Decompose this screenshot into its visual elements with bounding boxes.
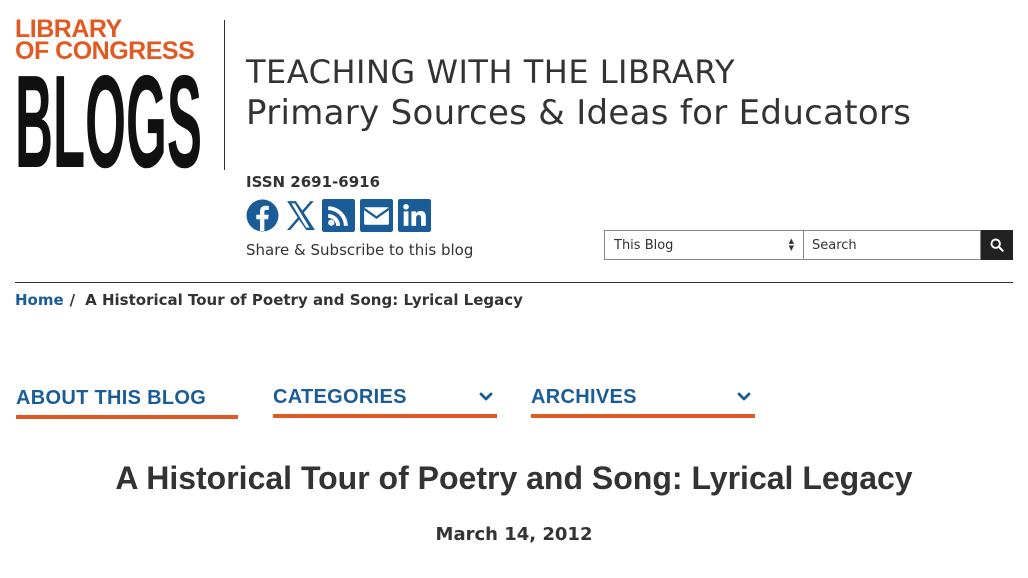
- blog-title[interactable]: TEACHING WITH THE LIBRARY: [246, 53, 735, 91]
- tab-about-label: ABOUT THIS BLOG: [16, 386, 207, 409]
- tab-archives-label: ARCHIVES: [531, 385, 637, 408]
- x-twitter-icon[interactable]: [284, 199, 317, 232]
- header-rule: [15, 282, 1013, 283]
- search-scope-select[interactable]: This Blog ▲ ▼: [604, 230, 803, 260]
- linkedin-icon[interactable]: [398, 199, 431, 232]
- rss-icon[interactable]: [322, 199, 355, 232]
- breadcrumb: Home / A Historical Tour of Poetry and S…: [15, 291, 523, 309]
- blog-subtitle: Primary Sources & Ideas for Educators: [246, 93, 912, 133]
- breadcrumb-separator: /: [69, 291, 76, 309]
- tab-archives[interactable]: ARCHIVES: [531, 380, 755, 418]
- breadcrumb-current: A Historical Tour of Poetry and Song: Ly…: [85, 291, 523, 309]
- header-divider: [224, 20, 225, 170]
- breadcrumb-home-link[interactable]: Home: [15, 291, 64, 309]
- tab-categories[interactable]: CATEGORIES: [273, 380, 497, 418]
- search-icon: [990, 238, 1004, 252]
- search-input[interactable]: [803, 230, 981, 260]
- library-of-congress-blogs-logo[interactable]: LIBRARY OF CONGRESS BLOGS: [15, 17, 205, 171]
- search-scope-value: This Blog: [614, 237, 674, 253]
- facebook-icon[interactable]: [246, 199, 279, 232]
- issn-label: ISSN 2691-6916: [246, 173, 381, 191]
- social-links: [246, 199, 431, 232]
- post-date: March 14, 2012: [435, 524, 593, 545]
- post-title: A Historical Tour of Poetry and Song: Ly…: [115, 460, 913, 496]
- logo-line-of-congress: OF CONGRESS: [15, 37, 195, 65]
- chevron-down-icon: [479, 392, 493, 401]
- tab-about-this-blog[interactable]: ABOUT THIS BLOG: [16, 381, 238, 419]
- email-icon[interactable]: [360, 199, 393, 232]
- select-arrows-icon: ▲ ▼: [788, 237, 794, 252]
- svg-text:BLOGS: BLOGS: [15, 65, 202, 170]
- search-button[interactable]: [981, 230, 1013, 260]
- share-subscribe-label: Share & Subscribe to this blog: [246, 241, 474, 259]
- chevron-down-icon: [737, 392, 751, 401]
- logo-blogs-wordmark: BLOGS: [15, 65, 202, 170]
- search-bar: This Blog ▲ ▼: [604, 230, 1013, 260]
- tab-categories-label: CATEGORIES: [273, 385, 407, 408]
